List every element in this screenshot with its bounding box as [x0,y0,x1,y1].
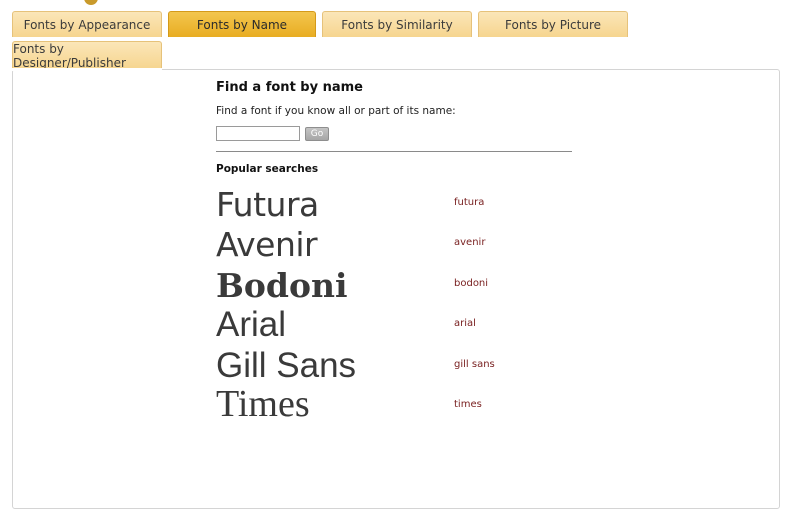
font-name-search-input[interactable] [216,126,300,141]
link-bodoni[interactable]: bodoni [454,278,488,289]
link-times[interactable]: times [454,399,482,410]
font-sample-gill-sans[interactable]: Gill Sans [216,348,356,383]
tab-connector [12,68,162,71]
popular-row-futura: Futura futura [216,183,576,223]
link-gill-sans[interactable]: gill sans [454,359,495,370]
font-sample-bodoni[interactable]: Bodoni [216,269,348,302]
font-sample-arial[interactable]: Arial [216,307,286,342]
page-title: Find a font by name [216,80,363,95]
popular-row-bodoni: Bodoni bodoni [216,264,576,304]
tab-fonts-by-name[interactable]: Fonts by Name [168,11,316,37]
popular-row-gill-sans: Gill Sans gill sans [216,345,576,385]
link-arial[interactable]: arial [454,318,476,329]
tab-fonts-by-picture[interactable]: Fonts by Picture [478,11,628,37]
tab-fonts-by-similarity[interactable]: Fonts by Similarity [322,11,472,37]
link-futura[interactable]: futura [454,197,484,208]
logo-fragment [84,0,98,5]
search-instructions: Find a font if you know all or part of i… [216,105,456,117]
popular-row-arial: Arial arial [216,304,576,344]
tab-fonts-by-designer-publisher[interactable]: Fonts by Designer/Publisher [12,41,162,70]
go-button[interactable]: Go [305,127,329,141]
popular-row-times: Times times [216,385,576,425]
font-sample-avenir[interactable]: Avenir [216,228,318,261]
section-divider [216,151,572,152]
font-sample-futura[interactable]: Futura [216,188,319,221]
font-sample-times[interactable]: Times [216,385,310,423]
popular-searches-heading: Popular searches [216,163,319,175]
tab-fonts-by-appearance[interactable]: Fonts by Appearance [12,11,162,37]
link-avenir[interactable]: avenir [454,237,485,248]
popular-row-avenir: Avenir avenir [216,223,576,263]
